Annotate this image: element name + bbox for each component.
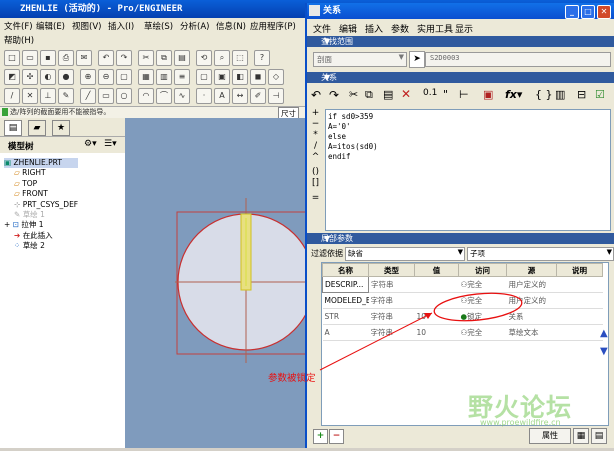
watermark-url: www.proewildfire.cn bbox=[480, 418, 561, 427]
annotation-text: 参数被锁定 bbox=[268, 373, 316, 384]
highlight-oval bbox=[433, 292, 523, 322]
annotation-arrow bbox=[319, 312, 433, 371]
